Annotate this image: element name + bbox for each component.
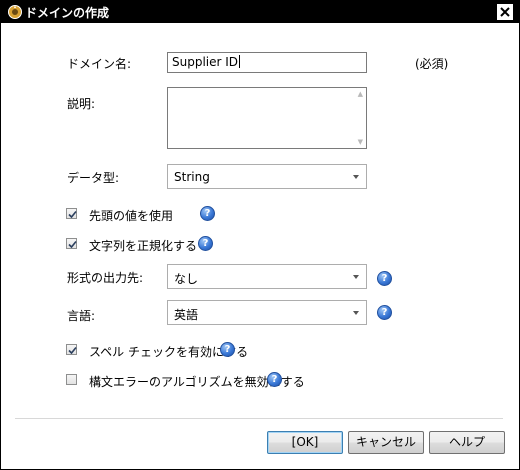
help-icon[interactable]: ? — [220, 342, 235, 357]
close-icon — [500, 7, 510, 17]
language-label: 言語: — [67, 309, 96, 323]
datatype-label: データ型: — [67, 171, 120, 185]
help-button[interactable]: ヘルプ — [429, 431, 505, 454]
divider — [15, 418, 503, 419]
scroll-down-icon[interactable]: ▼ — [358, 138, 363, 146]
datatype-select[interactable]: String — [167, 164, 367, 189]
chevron-down-icon — [353, 311, 359, 315]
close-button[interactable] — [497, 4, 513, 20]
domain-name-label: ドメイン名: — [67, 57, 132, 71]
datatype-value: String — [174, 170, 210, 184]
help-icon[interactable]: ? — [198, 236, 213, 251]
ok-button[interactable]: [OK] — [267, 431, 343, 454]
cancel-button[interactable]: キャンセル — [348, 431, 424, 454]
normalize-string-checkbox[interactable] — [66, 238, 77, 249]
checkmark-icon — [68, 240, 77, 249]
text-caret — [239, 55, 241, 68]
help-icon[interactable]: ? — [377, 305, 392, 320]
output-format-value: なし — [174, 272, 199, 286]
scroll-up-icon[interactable]: ▲ — [358, 90, 363, 98]
chevron-down-icon — [353, 175, 359, 179]
language-select[interactable]: 英語 — [167, 300, 367, 325]
domain-name-input[interactable]: Supplier ID — [167, 52, 367, 73]
help-icon[interactable]: ? — [377, 271, 392, 286]
domain-name-value: Supplier ID — [172, 55, 239, 69]
checkmark-icon — [68, 346, 77, 355]
output-format-label: 形式の出力先: — [67, 271, 144, 285]
checkmark-icon — [68, 210, 77, 219]
normalize-string-label: 文字列を正規化する — [89, 239, 198, 253]
disable-syntax-algorithm-checkbox[interactable] — [66, 374, 77, 385]
description-textarea[interactable]: ▲ ▼ — [167, 87, 367, 149]
title-bar[interactable]: ドメインの作成 — [1, 1, 519, 23]
language-value: 英語 — [174, 308, 199, 322]
help-icon[interactable]: ? — [267, 372, 282, 387]
description-scrollbar[interactable]: ▲ ▼ — [354, 88, 366, 148]
create-domain-dialog: ドメインの作成 ドメイン名: Supplier ID (必須) 説明: ▲ ▼ … — [0, 0, 520, 470]
required-note: (必須) — [415, 57, 449, 71]
use-first-value-label: 先頭の値を使用 — [89, 209, 174, 223]
output-format-select[interactable]: なし — [167, 264, 367, 289]
spellcheck-checkbox[interactable] — [66, 344, 77, 355]
chevron-down-icon — [353, 275, 359, 279]
use-first-value-checkbox[interactable] — [66, 208, 77, 219]
description-label: 説明: — [67, 97, 96, 111]
help-icon[interactable]: ? — [200, 206, 215, 221]
dialog-body: ドメイン名: Supplier ID (必須) 説明: ▲ ▼ データ型: St… — [1, 23, 519, 469]
window-title: ドメインの作成 — [25, 6, 110, 20]
app-icon — [7, 4, 23, 20]
